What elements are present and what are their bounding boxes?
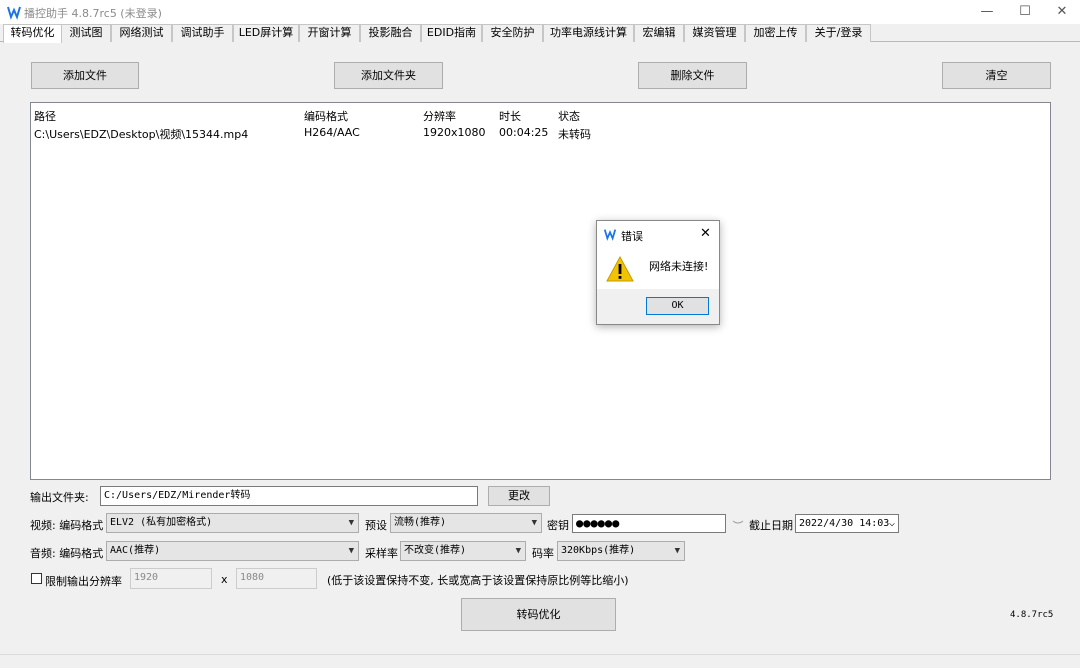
limit-resolution-label: 限制输出分辨率 <box>45 575 122 588</box>
video-codec-select[interactable]: ELV2 (私有加密格式) ▼ <box>106 513 359 533</box>
limit-resolution-checkbox[interactable] <box>31 573 42 584</box>
file-list[interactable]: 路径 编码格式 分辨率 时长 状态 C:\Users\EDZ\Desktop\视… <box>30 102 1051 480</box>
maximize-button[interactable]: ☐ <box>1005 0 1045 24</box>
version-label: 4.8.7rc5 <box>1010 610 1054 620</box>
tab-network-test[interactable]: 网络测试 <box>111 24 172 42</box>
expire-date-label: 截止日期 <box>749 519 793 532</box>
resolution-width-field[interactable]: 1920 <box>130 568 212 589</box>
column-header-path[interactable]: 路径 <box>34 108 56 124</box>
tab-test-pattern[interactable]: 测试图 <box>61 24 111 42</box>
close-window-button[interactable]: ✕ <box>1042 0 1080 24</box>
tab-window-calc[interactable]: 开窗计算 <box>299 24 360 42</box>
preset-value: 流畅(推荐) <box>394 517 447 528</box>
tab-power-calc[interactable]: 功率电源线计算 <box>543 24 634 42</box>
resolution-note: (低于该设置保持不变, 长或宽高于该设置保持原比例等比缩小) <box>327 574 629 587</box>
warning-icon <box>606 255 634 282</box>
tab-encrypt-upload[interactable]: 加密上传 <box>745 24 806 42</box>
dialog-title: 错误 <box>621 230 643 243</box>
dialog-b-logo-icon <box>603 227 617 244</box>
transcode-button[interactable]: 转码优化 <box>461 598 616 631</box>
delete-file-button[interactable]: 删除文件 <box>638 62 747 89</box>
audio-codec-label: 音频: 编码格式 <box>30 547 104 560</box>
column-header-duration[interactable]: 时长 <box>499 108 521 124</box>
audio-codec-select[interactable]: AAC(推荐) ▼ <box>106 541 359 561</box>
audio-codec-value: AAC(推荐) <box>110 545 161 556</box>
minimize-button[interactable]: — <box>967 0 1007 24</box>
bitrate-select[interactable]: 320Kbps(推荐) ▼ <box>557 541 685 561</box>
dropdown-arrow-icon: ▼ <box>531 518 537 528</box>
key-field[interactable]: ●●●●●● <box>572 514 726 533</box>
tab-projection-blend[interactable]: 投影融合 <box>360 24 421 42</box>
output-folder-label: 输出文件夹: <box>30 491 89 504</box>
output-folder-field[interactable]: C:/Users/EDZ/Mirender转码 <box>100 486 478 506</box>
dropdown-arrow-icon: ▼ <box>515 546 521 556</box>
bitrate-label: 码率 <box>532 547 554 560</box>
column-header-status[interactable]: 状态 <box>558 108 580 124</box>
tab-edid-guide[interactable]: EDID指南 <box>421 24 482 42</box>
video-codec-value: ELV2 (私有加密格式) <box>110 517 213 528</box>
resolution-height-field[interactable]: 1080 <box>236 568 317 589</box>
row-status[interactable]: 未转码 <box>558 126 591 142</box>
tab-macro-edit[interactable]: 宏编辑 <box>634 24 684 42</box>
bitrate-value: 320Kbps(推荐) <box>561 545 636 556</box>
dialog-ok-button[interactable]: OK <box>646 297 709 315</box>
dialog-message: 网络未连接! <box>649 260 709 273</box>
window-title: 播控助手 4.8.7rc5 (未登录) <box>24 7 162 20</box>
video-codec-label: 视频: 编码格式 <box>30 519 104 532</box>
dropdown-arrow-icon: ▼ <box>674 546 680 556</box>
row-codec[interactable]: H264/AAC <box>304 126 360 139</box>
tab-transcode[interactable]: 转码优化 <box>3 24 62 43</box>
status-bar <box>0 654 1080 668</box>
preset-select[interactable]: 流畅(推荐) ▼ <box>390 513 542 533</box>
dialog-close-button[interactable]: ✕ <box>700 226 711 241</box>
samplerate-label: 采样率 <box>365 547 398 560</box>
preset-label: 预设 <box>365 519 387 532</box>
row-resolution[interactable]: 1920x1080 <box>423 126 486 139</box>
row-duration[interactable]: 00:04:25 <box>499 126 548 139</box>
add-file-button[interactable]: 添加文件 <box>31 62 139 89</box>
samplerate-value: 不改变(推荐) <box>404 545 467 556</box>
column-header-codec[interactable]: 编码格式 <box>304 108 348 124</box>
title-bar <box>0 0 1080 24</box>
samplerate-select[interactable]: 不改变(推荐) ▼ <box>400 541 526 561</box>
clear-button[interactable]: 清空 <box>942 62 1051 89</box>
change-folder-button[interactable]: 更改 <box>488 486 550 506</box>
column-header-resolution[interactable]: 分辨率 <box>423 108 456 124</box>
dropdown-arrow-icon: ▼ <box>348 518 354 528</box>
eye-icon[interactable] <box>732 515 744 530</box>
chevron-down-icon: ⌵ <box>888 518 895 529</box>
b-logo-icon <box>6 4 22 20</box>
tab-debug-helper[interactable]: 调试助手 <box>172 24 233 42</box>
tab-media-manage[interactable]: 媒资管理 <box>684 24 745 42</box>
add-folder-button[interactable]: 添加文件夹 <box>334 62 443 89</box>
expire-date-picker[interactable]: 2022/4/30 14:03 ⌵ <box>795 514 899 533</box>
tab-security[interactable]: 安全防护 <box>482 24 543 42</box>
tab-led-calc[interactable]: LED屏计算 <box>233 24 299 42</box>
dropdown-arrow-icon: ▼ <box>348 546 354 556</box>
resolution-x-label: x <box>221 573 228 586</box>
row-path[interactable]: C:\Users\EDZ\Desktop\视频\15344.mp4 <box>34 126 248 142</box>
key-label: 密钥 <box>547 519 569 532</box>
expire-date-value: 2022/4/30 14:03 <box>799 518 890 529</box>
tab-about-login[interactable]: 关于/登录 <box>806 24 871 42</box>
